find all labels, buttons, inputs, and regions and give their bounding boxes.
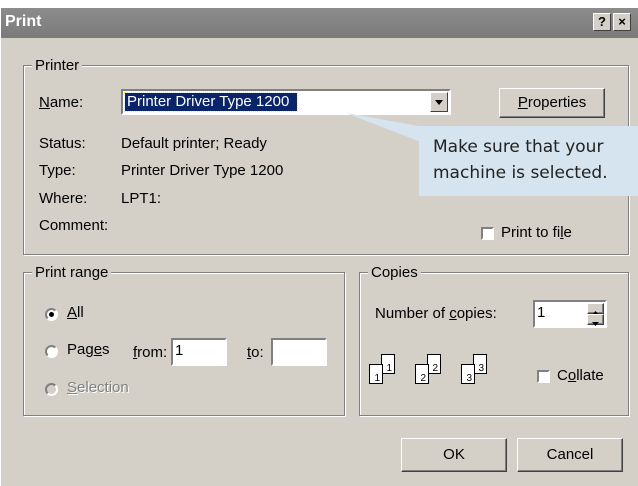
radio-all-label[interactable]: All — [67, 304, 84, 321]
type-label: Type: — [39, 162, 76, 179]
help-button[interactable]: ? — [593, 13, 611, 31]
spinner-down-button[interactable] — [587, 314, 604, 326]
collate-page-3b-icon: 3 — [461, 364, 475, 384]
printer-name-value: Printer Driver Type 1200 — [124, 92, 298, 112]
radio-pages-label[interactable]: Pages — [67, 341, 110, 358]
where-value: LPT1: — [121, 190, 162, 207]
to-label: to: — [247, 344, 264, 361]
from-label: from: — [133, 344, 168, 361]
printer-legend: Printer — [32, 57, 83, 74]
comment-label: Comment: — [39, 217, 109, 234]
properties-button[interactable]: Properties — [499, 88, 605, 118]
spinner-up-button[interactable] — [587, 303, 604, 315]
print-to-file-label[interactable]: Print to file — [501, 224, 572, 241]
collate-checkbox[interactable] — [537, 370, 550, 383]
where-label: Where: — [39, 190, 88, 207]
from-input[interactable]: 1 — [171, 338, 227, 366]
close-button[interactable]: × — [613, 13, 631, 31]
to-input[interactable] — [271, 338, 327, 366]
ok-button[interactable]: OK — [401, 438, 507, 472]
callout-line-2: machine is selected. — [433, 163, 608, 183]
title-bar: Print ? × — [1, 8, 638, 38]
callout-text: Make sure that your machine is selected. — [433, 134, 608, 186]
callout-box: Make sure that your machine is selected. — [419, 126, 638, 196]
collate-label[interactable]: Collate — [557, 367, 604, 384]
print-to-file-checkbox[interactable] — [481, 227, 494, 240]
print-dialog: Print ? × Printer Name: Printer Driver T… — [0, 8, 638, 486]
collate-page-1a-icon: 1 — [381, 354, 395, 374]
cancel-button[interactable]: Cancel — [517, 438, 623, 472]
name-label: Name: — [39, 94, 84, 111]
radio-selection-label[interactable]: Selection — [67, 379, 129, 396]
collate-page-1b-icon: 1 — [369, 364, 383, 384]
collate-page-2b-icon: 2 — [415, 364, 429, 384]
type-value: Printer Driver Type 1200 — [121, 162, 284, 179]
radio-pages[interactable] — [45, 345, 58, 358]
radio-selection[interactable] — [45, 383, 58, 396]
print-range-legend: Print range — [32, 264, 112, 281]
collate-page-3a-icon: 3 — [473, 354, 487, 374]
callout-line-1: Make sure that your — [433, 137, 604, 157]
status-value: Default printer; Ready — [121, 135, 267, 152]
copies-legend: Copies — [368, 264, 421, 281]
copies-group: Copies — [359, 264, 629, 416]
collate-page-2a-icon: 2 — [427, 354, 441, 374]
radio-all[interactable] — [45, 308, 58, 321]
status-label: Status: — [39, 135, 86, 152]
arrow-down-icon — [592, 322, 599, 326]
dialog-title: Print — [5, 13, 42, 30]
number-of-copies-label: Number of copies: — [375, 305, 497, 322]
